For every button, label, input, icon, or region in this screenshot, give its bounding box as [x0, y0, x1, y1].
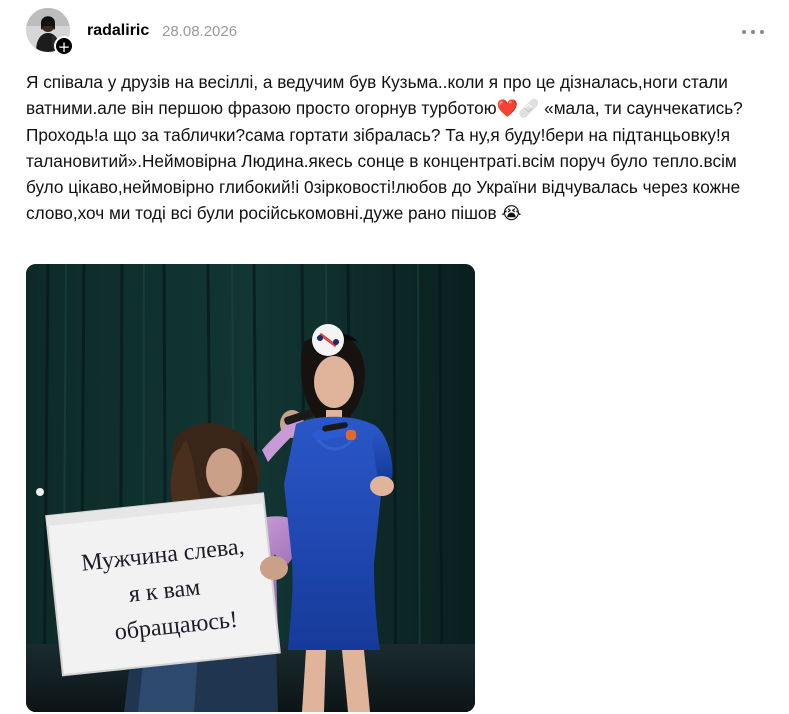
username[interactable]: radaliric: [87, 22, 149, 40]
more-horizontal-icon: [742, 30, 746, 34]
post-body: Я співала у друзів на весіллі, а ведучим…: [26, 69, 770, 227]
post-photo[interactable]: Мужчина слева, я к вам обращаюсь!: [26, 264, 475, 712]
post-text: Я співала у друзів на весіллі, а ведучим…: [26, 72, 745, 224]
plus-icon: +: [57, 38, 71, 56]
more-options-button[interactable]: [740, 22, 766, 42]
post-date: 28.08.2026: [162, 23, 238, 40]
avatar-container[interactable]: +: [26, 8, 74, 56]
follow-button[interactable]: +: [54, 36, 74, 56]
more-dot: [751, 30, 755, 34]
post-header: + radaliric 28.08.2026: [26, 8, 766, 58]
more-dot: [760, 30, 764, 34]
